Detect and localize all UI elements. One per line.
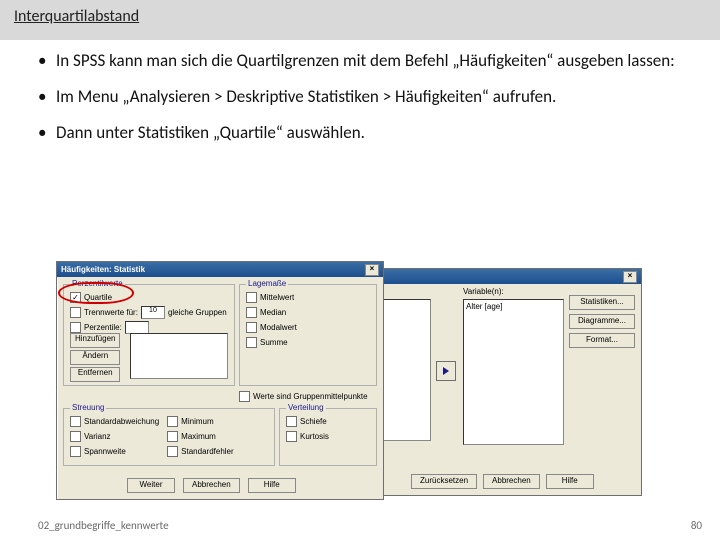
percentile-group: Perzentilwerte Quartile Trennwerte für:1… — [63, 284, 235, 386]
percentiles-checkbox[interactable]: Perzentile: — [70, 321, 227, 333]
range-checkbox[interactable]: Spannweite — [70, 445, 159, 457]
statistics-button[interactable]: Statistiken... — [569, 295, 635, 310]
dialog-title-text: Häufigkeiten: Statistik — [61, 265, 145, 274]
target-variable-list[interactable]: Alter [age] — [463, 299, 564, 445]
format-button[interactable]: Format... — [569, 333, 635, 348]
sum-checkbox[interactable]: Summe — [246, 336, 297, 348]
bullet-item: Dann unter Statistiken „Quartile“ auswäh… — [38, 122, 692, 144]
bullet-list: In SPSS kann man sich die Quartilgrenzen… — [0, 50, 720, 144]
slide-footer: 02_grundbegriffe_kennwerte 80 — [38, 519, 702, 532]
variables-label: Variable(n): — [463, 287, 504, 296]
dispersion-group: Streuung Standardabweichung Minimum Vari… — [63, 408, 275, 466]
mode-checkbox[interactable]: Modalwert — [246, 321, 297, 333]
help-button[interactable]: Hilfe — [248, 478, 296, 493]
kurtosis-checkbox[interactable]: Kurtosis — [286, 430, 329, 442]
continue-button[interactable]: Weiter — [127, 478, 175, 493]
cancel-button[interactable]: Abbrechen — [483, 474, 540, 489]
stderr-checkbox[interactable]: Standardfehler — [167, 445, 233, 457]
change-button[interactable]: Ändern — [70, 350, 120, 365]
dialog-titlebar: Häufigkeiten: Statistik × — [57, 262, 383, 277]
maximum-checkbox[interactable]: Maximum — [167, 430, 233, 442]
stddev-checkbox[interactable]: Standardabweichung — [70, 415, 159, 427]
remove-button[interactable]: Entfernen — [70, 367, 120, 382]
quartile-checkbox[interactable]: Quartile — [70, 291, 227, 303]
bullet-item: Im Menu „Analysieren > Deskriptive Stati… — [38, 86, 692, 108]
distribution-group: Verteilung Schiefe Kurtosis — [279, 408, 377, 466]
skewness-checkbox[interactable]: Schiefe — [286, 415, 329, 427]
bullet-item: In SPSS kann man sich die Quartilgrenzen… — [38, 50, 692, 72]
add-button[interactable]: Hinzufügen — [70, 333, 120, 348]
cutpoints-input[interactable]: 10 — [141, 306, 165, 319]
minimum-checkbox[interactable]: Minimum — [167, 415, 233, 427]
move-variable-button[interactable] — [436, 361, 456, 381]
dialog-titlebar: × — [351, 269, 641, 284]
footer-left: 02_grundbegriffe_kennwerte — [38, 519, 169, 532]
median-checkbox[interactable]: Median — [246, 306, 297, 318]
charts-button[interactable]: Diagramme... — [569, 314, 635, 329]
statistics-dialog: Häufigkeiten: Statistik × Perzentilwerte… — [56, 261, 384, 500]
frequencies-dialog: × Variable(n): Alter [age] Statistiken..… — [350, 268, 642, 496]
close-icon[interactable]: × — [365, 264, 379, 276]
slide-number: 80 — [691, 519, 702, 532]
variable-item: Alter [age] — [466, 302, 561, 311]
central-tendency-group: Lagemaße Mittelwert Median Modalwert Sum… — [239, 284, 377, 386]
help-button[interactable]: Hilfe — [546, 474, 594, 489]
variance-checkbox[interactable]: Varianz — [70, 430, 159, 442]
slide-title: Interquartilabstand — [0, 0, 720, 40]
mean-checkbox[interactable]: Mittelwert — [246, 291, 297, 303]
reset-button[interactable]: Zurücksetzen — [411, 474, 477, 489]
group-midpoints-checkbox[interactable]: Werte sind Gruppenmittelpunkte — [239, 390, 368, 402]
percentile-list[interactable] — [130, 333, 228, 379]
percentile-input[interactable] — [125, 321, 149, 334]
close-icon[interactable]: × — [623, 271, 637, 283]
cancel-button[interactable]: Abbrechen — [183, 478, 240, 493]
cutpoints-checkbox[interactable]: Trennwerte für:10gleiche Gruppen — [70, 306, 227, 318]
